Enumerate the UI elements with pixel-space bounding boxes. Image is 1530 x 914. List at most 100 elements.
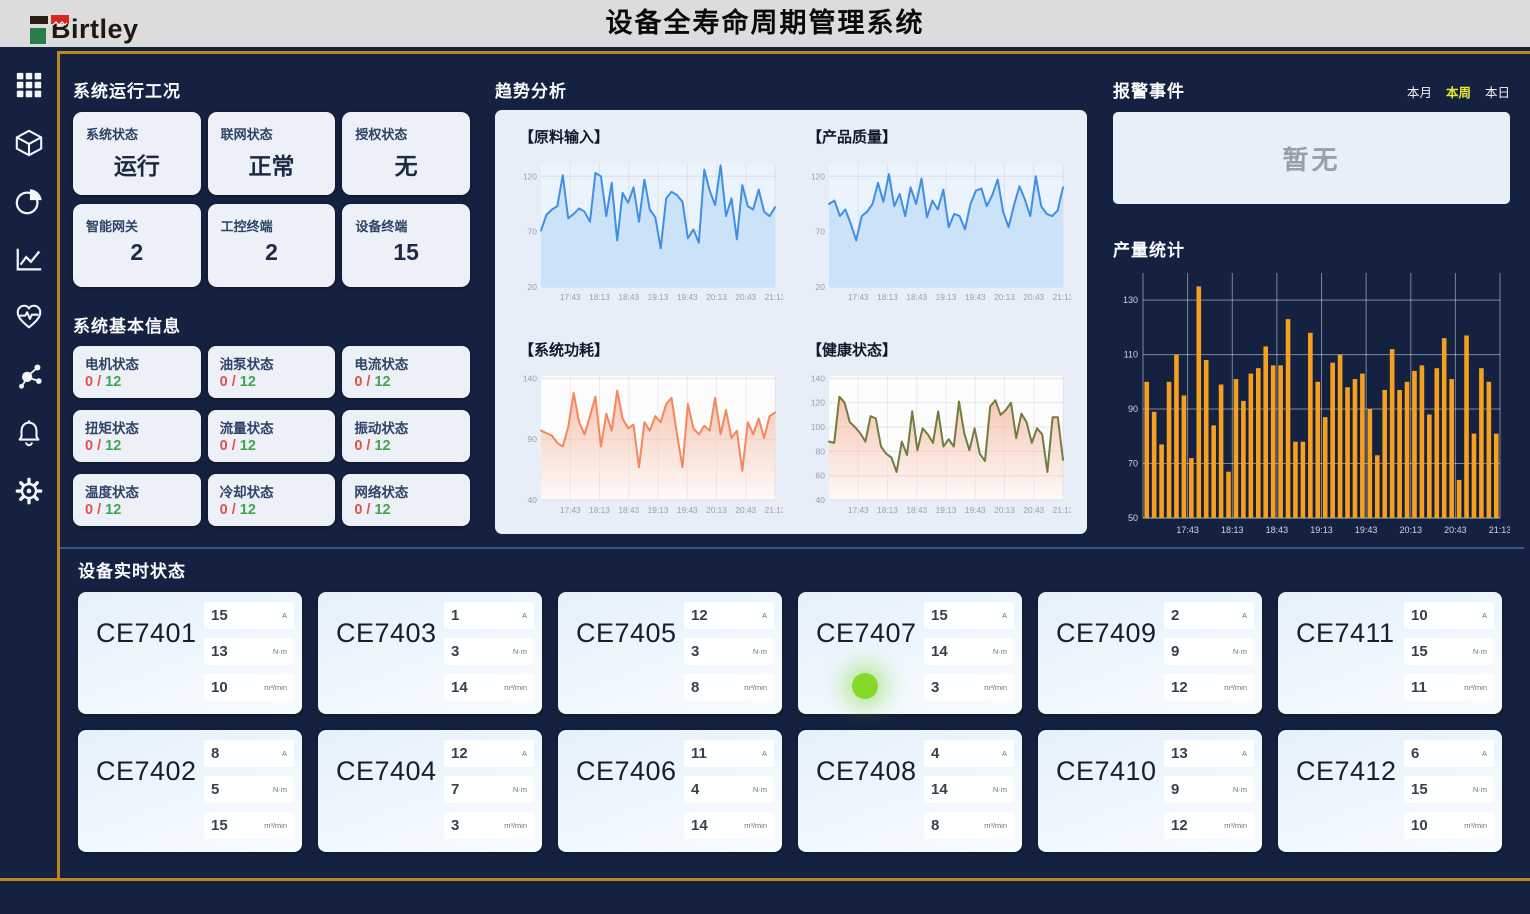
svg-text:18:43: 18:43 — [906, 292, 927, 302]
svg-text:50: 50 — [1128, 513, 1138, 523]
sidebar-item-trends[interactable] — [13, 243, 45, 275]
svg-text:120: 120 — [811, 171, 825, 181]
svg-text:17:43: 17:43 — [560, 505, 581, 515]
svg-text:140: 140 — [523, 373, 537, 383]
system-status-panel: 系统运行工况 系统状态运行 联网状态正常 授权状态无 智能网关2 工控终端2 设… — [73, 54, 470, 526]
alarm-range-tabs: 本月 本周 本日 — [1407, 82, 1510, 101]
info-card: 温度状态0 /12 — [73, 474, 201, 526]
svg-text:20: 20 — [528, 282, 538, 292]
svg-text:18:13: 18:13 — [877, 292, 898, 302]
chart-product-quality: 【产品质量】 207012017:4318:1318:4319:1319:432… — [791, 126, 1079, 311]
footer-bar — [0, 878, 1530, 914]
svg-text:19:43: 19:43 — [1355, 525, 1378, 535]
chart-raw-material: 【原料输入】 207012017:4318:1318:4319:1319:432… — [503, 126, 791, 311]
svg-text:20:13: 20:13 — [994, 505, 1015, 515]
svg-text:90: 90 — [1128, 404, 1138, 414]
info-card: 流量状态0 /12 — [208, 410, 336, 462]
svg-text:19:13: 19:13 — [936, 505, 957, 515]
svg-text:90: 90 — [528, 434, 538, 444]
status-card: 系统状态运行 — [73, 112, 201, 195]
svg-text:130: 130 — [1123, 295, 1138, 305]
svg-text:20:13: 20:13 — [1400, 525, 1423, 535]
device-card-ce7412: CE7412 6A 15N·m 10m³/min — [1278, 730, 1502, 852]
devices-panel: 设备实时状态 CE7401 15A 13N·m 10m³/min CE7403 … — [60, 547, 1524, 852]
tab-this-week[interactable]: 本周 — [1446, 82, 1471, 101]
gear-icon — [14, 476, 44, 506]
svg-text:20:43: 20:43 — [735, 505, 756, 515]
sidebar-item-health[interactable] — [13, 301, 45, 333]
raw-material-line-chart: 207012017:4318:1318:4319:1319:4320:1320:… — [511, 153, 783, 311]
svg-text:20:13: 20:13 — [994, 292, 1015, 302]
svg-text:21:13: 21:13 — [1489, 525, 1510, 535]
sidebar-item-analytics[interactable] — [13, 185, 45, 217]
trend-card: 【原料输入】 207012017:4318:1318:4319:1319:432… — [495, 110, 1087, 534]
grid-icon — [14, 70, 44, 100]
device-card-ce7411: CE7411 10A 15N·m 11m³/min — [1278, 592, 1502, 714]
sidebar-item-dashboard[interactable] — [13, 69, 45, 101]
svg-text:80: 80 — [816, 446, 826, 456]
svg-text:18:43: 18:43 — [1266, 525, 1289, 535]
svg-text:18:13: 18:13 — [1221, 525, 1244, 535]
power-consumption-line-chart: 409014017:4318:1318:4319:1319:4320:1320:… — [511, 366, 783, 524]
svg-text:20:43: 20:43 — [735, 292, 756, 302]
main-content: 系统运行工况 系统状态运行 联网状态正常 授权状态无 智能网关2 工控终端2 设… — [60, 51, 1530, 878]
tab-today[interactable]: 本日 — [1485, 82, 1510, 101]
svg-text:110: 110 — [1124, 350, 1138, 360]
product-quality-line-chart: 207012017:4318:1318:4319:1319:4320:1320:… — [799, 153, 1071, 311]
svg-text:70: 70 — [528, 227, 538, 237]
device-card-ce7408: CE7408 4A 14N·m 8m³/min — [798, 730, 1022, 852]
svg-text:70: 70 — [1128, 459, 1138, 469]
svg-text:140: 140 — [811, 373, 825, 383]
svg-text:20:13: 20:13 — [706, 292, 727, 302]
status-card: 联网状态正常 — [208, 112, 336, 195]
sidebar-item-topology[interactable] — [13, 359, 45, 391]
svg-text:19:13: 19:13 — [1310, 525, 1333, 535]
section-title-production: 产量统计 — [1113, 236, 1510, 261]
cursor-indicator-dot — [852, 673, 878, 699]
alarm-production-panel: 报警事件 本月 本周 本日 暂无 产量统计 50709011013017:431… — [1113, 54, 1510, 544]
svg-text:21:13: 21:13 — [1053, 505, 1071, 515]
svg-text:21:13: 21:13 — [765, 505, 783, 515]
basic-info-grid: 电机状态0 /12 油泵状态0 /12 电流状态0 /12 扭矩状态0 /12 … — [73, 346, 470, 526]
svg-text:19:13: 19:13 — [648, 292, 669, 302]
svg-text:19:13: 19:13 — [936, 292, 957, 302]
device-card-ce7405: CE7405 12A 3N·m 8m³/min — [558, 592, 782, 714]
info-card: 电机状态0 /12 — [73, 346, 201, 398]
page-title: 设备全寿命周期管理系统 — [0, 0, 1530, 47]
status-card: 工控终端2 — [208, 204, 336, 287]
section-title-alarm: 报警事件 — [1113, 77, 1185, 102]
info-card: 电流状态0 /12 — [342, 346, 470, 398]
health-status-line-chart: 40608010012014017:4318:1318:4319:1319:43… — [799, 366, 1071, 524]
svg-text:19:13: 19:13 — [648, 505, 669, 515]
sidebar-item-settings[interactable] — [13, 475, 45, 507]
heart-pulse-icon — [14, 302, 44, 332]
device-card-ce7401: CE7401 15A 13N·m 10m³/min — [78, 592, 302, 714]
info-card: 扭矩状态0 /12 — [73, 410, 201, 462]
status-card: 智能网关2 — [73, 204, 201, 287]
production-bar-chart: 50709011013017:4318:1318:4319:1319:4320:… — [1113, 267, 1510, 544]
device-card-ce7410: CE7410 13A 9N·m 12m³/min — [1038, 730, 1262, 852]
sidebar — [0, 51, 60, 878]
chart-health-status: 【健康状态】 40608010012014017:4318:1318:4319:… — [791, 339, 1079, 524]
svg-text:21:13: 21:13 — [1053, 292, 1071, 302]
tab-this-month[interactable]: 本月 — [1407, 82, 1432, 101]
trend-panel: 趋势分析 【原料输入】 207012017:4318:1318:4319:131… — [495, 54, 1087, 534]
sidebar-item-assets[interactable] — [13, 127, 45, 159]
svg-text:17:43: 17:43 — [560, 292, 581, 302]
section-title-trend: 趋势分析 — [495, 77, 1087, 102]
device-card-ce7406: CE7406 11A 4N·m 14m³/min — [558, 730, 782, 852]
pie-chart-icon — [14, 186, 44, 216]
section-title-basic-info: 系统基本信息 — [73, 312, 470, 337]
sidebar-item-alerts[interactable] — [13, 417, 45, 449]
device-card-ce7409: CE7409 2A 9N·m 12m³/min — [1038, 592, 1262, 714]
svg-text:18:43: 18:43 — [906, 505, 927, 515]
bell-icon — [14, 418, 44, 448]
status-card: 设备终端15 — [342, 204, 470, 287]
status-card: 授权状态无 — [342, 112, 470, 195]
svg-text:100: 100 — [811, 422, 825, 432]
alarm-empty-text: 暂无 — [1282, 140, 1340, 177]
svg-text:18:13: 18:13 — [877, 505, 898, 515]
device-card-ce7402: CE7402 8A 5N·m 15m³/min — [78, 730, 302, 852]
svg-text:19:43: 19:43 — [677, 505, 698, 515]
svg-text:20:43: 20:43 — [1023, 292, 1044, 302]
